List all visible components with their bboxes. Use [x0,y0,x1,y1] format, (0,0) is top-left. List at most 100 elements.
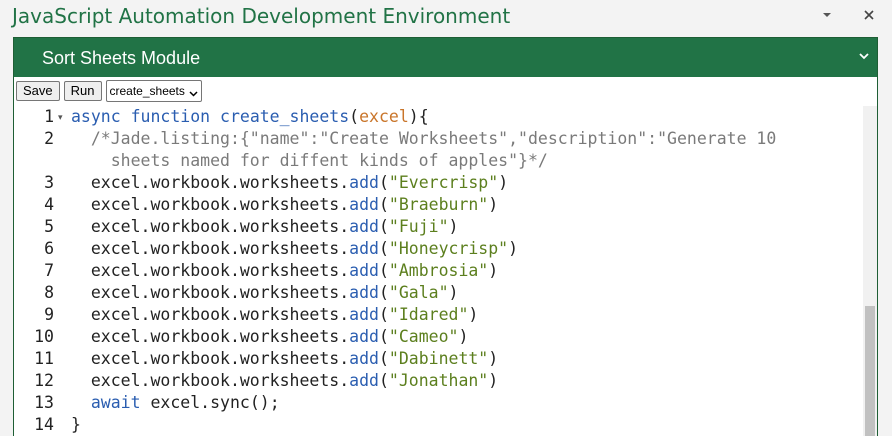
code-token: "Idared" [388,305,469,324]
code-token: ) [468,305,479,324]
line-number: 3 [44,173,54,192]
save-button[interactable]: Save [16,81,60,101]
line-number: 4 [44,195,54,214]
code-token: /*Jade.listing:{"name":"Create Worksheet… [71,129,777,148]
code-token: excel.workbook.worksheets. [71,371,350,390]
code-token: function [130,107,221,126]
chevron-down-icon[interactable] [816,4,838,26]
code-token: await [71,393,151,412]
chevron-down-icon[interactable] [857,49,871,63]
code-line[interactable]: excel.workbook.worksheets.add("Jonathan"… [71,370,498,392]
code-token: "Ambrosia" [388,261,489,280]
line-number: 2 [44,129,54,148]
code-token: excel.workbook.worksheets. [71,217,350,236]
code-line[interactable]: } [71,414,81,436]
line-number: 6 [44,239,54,258]
module-title: Sort Sheets Module [42,48,201,68]
code-token: excel.workbook.worksheets. [71,173,350,192]
code-line[interactable]: await excel.sync(); [71,392,280,414]
line-number: 10 [34,327,54,346]
code-token: ) [488,261,499,280]
code-token: "Dabinett" [388,349,489,368]
run-button[interactable]: Run [63,81,102,101]
code-token: ( [378,239,389,258]
code-token: excel.workbook.worksheets. [71,261,350,280]
code-line[interactable]: excel.workbook.worksheets.add("Cameo") [71,326,469,348]
code-token: async [71,107,131,126]
code-token: ) [488,371,499,390]
code-token: ( [378,371,389,390]
code-token: add [349,349,379,368]
code-token: ( [349,107,360,126]
code-token: "Evercrisp" [388,173,499,192]
code-line[interactable]: excel.workbook.worksheets.add("Evercrisp… [71,172,508,194]
code-line[interactable]: excel.workbook.worksheets.add("Idared") [71,304,478,326]
close-icon[interactable] [858,4,880,26]
code-token: add [349,371,379,390]
code-token: ( [378,305,389,324]
code-token: ) [408,107,419,126]
code-token: "Jonathan" [388,371,489,390]
code-token: add [349,173,379,192]
code-token: excel.workbook.worksheets. [71,305,350,324]
code-line[interactable]: async function create_sheets(excel){ [71,106,429,128]
function-select[interactable]: create_sheets [105,80,202,102]
code-token: "Braeburn" [388,195,489,214]
code-token: add [349,217,379,236]
title-bar: JavaScript Automation Development Enviro… [0,0,892,34]
code-line[interactable]: excel.workbook.worksheets.add("Dabinett"… [71,348,498,370]
code-token: excel.workbook.worksheets. [71,349,350,368]
module-header[interactable]: Sort Sheets Module [14,38,877,77]
code-line[interactable]: /*Jade.listing:{"name":"Create Worksheet… [71,128,776,150]
code-token: ) [458,327,469,346]
code-token: ) [448,283,459,302]
code-token: ( [378,349,389,368]
code-token: "Cameo" [388,327,459,346]
code-token: add [349,327,379,346]
editor-toolbar: Save Run create_sheets [16,80,202,102]
line-number: 8 [44,283,54,302]
code-token: "Fuji" [388,217,449,236]
line-number: 11 [34,349,54,368]
line-number: 14 [34,415,54,434]
code-line[interactable]: excel.workbook.worksheets.add("Honeycris… [71,238,518,260]
code-token: add [349,261,379,280]
code-token: add [349,195,379,214]
code-area[interactable]: async function create_sheets(excel){ /*J… [71,106,861,436]
code-token: ) [488,349,499,368]
function-select-value: create_sheets [109,84,185,98]
code-editor[interactable]: 1 2 3 4 5 6 7 8 9 10 11 12 13 14 ▾ async function crea… [14,106,877,436]
code-token: ( [378,217,389,236]
code-token: "Honeycrisp" [388,239,509,258]
editor-scrollbar[interactable] [863,106,877,436]
code-token: ) [498,173,509,192]
line-number: 7 [44,261,54,280]
code-token: ( [378,261,389,280]
code-token: add [349,305,379,324]
code-token: ( [378,327,389,346]
code-line[interactable]: excel.workbook.worksheets.add("Gala") [71,282,459,304]
code-token: excel [359,107,409,126]
code-token: excel.sync(); [150,393,280,412]
code-line[interactable]: excel.workbook.worksheets.add("Ambrosia"… [71,260,498,282]
line-number: 9 [44,305,54,324]
code-token: ) [448,217,459,236]
code-token: add [349,283,379,302]
line-number: 1 [44,107,54,126]
line-number: 13 [34,393,54,412]
chevron-down-icon [189,87,198,97]
code-token: } [71,415,81,434]
code-token: excel.workbook.worksheets. [71,239,350,258]
code-token: { [418,107,429,126]
fold-toggle-icon[interactable]: ▾ [58,106,63,128]
code-token: sheets named for diffent kinds of apples… [71,151,548,170]
code-line[interactable]: sheets named for diffent kinds of apples… [71,150,548,172]
code-line[interactable]: excel.workbook.worksheets.add("Fuji") [71,216,459,238]
line-number: 12 [34,371,54,390]
code-token: ) [508,239,519,258]
line-number: 5 [44,217,54,236]
code-line[interactable]: excel.workbook.worksheets.add("Braeburn"… [71,194,498,216]
scrollbar-thumb[interactable] [865,306,875,436]
line-number-gutter: 1 2 3 4 5 6 7 8 9 10 11 12 13 14 ▾ [14,106,66,436]
code-token: ) [488,195,499,214]
